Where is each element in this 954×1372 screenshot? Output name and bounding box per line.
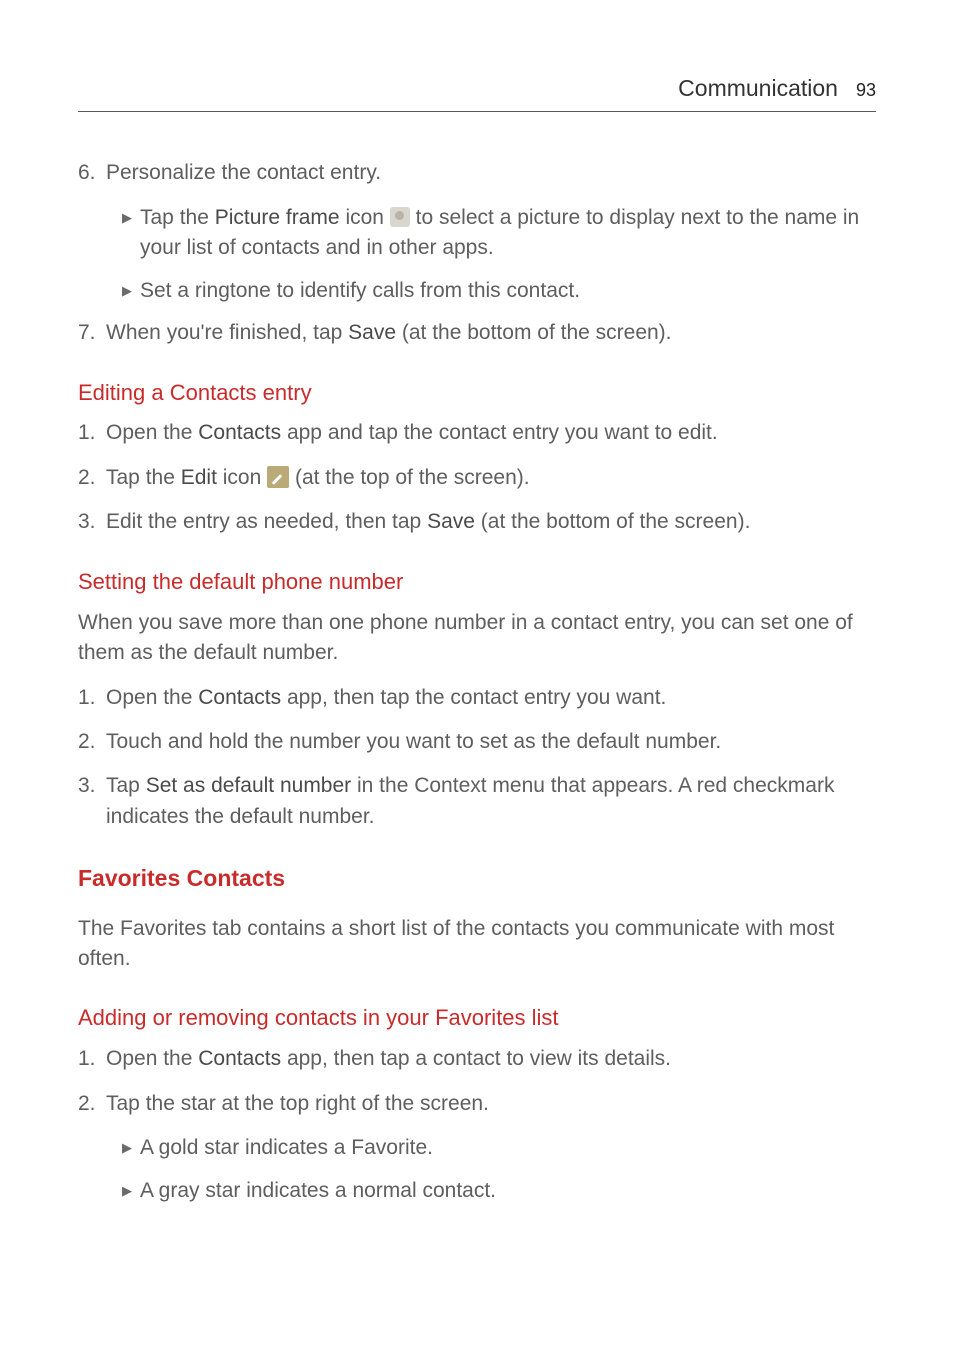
favorites-intro: The Favorites tab contains a short list … [78, 914, 876, 975]
step-text: Tap the Edit icon (at the top of the scr… [106, 463, 876, 493]
bullet-ringtone: ▶ Set a ringtone to identify calls from … [122, 276, 876, 306]
editing-step-1: 1. Open the Contacts app and tap the con… [78, 418, 876, 448]
triangle-bullet-icon: ▶ [122, 276, 140, 306]
step-text: When you're finished, tap Save (at the b… [106, 318, 876, 348]
step-text: Open the Contacts app, then tap the cont… [106, 683, 876, 713]
step-number: 1. [78, 1044, 106, 1074]
bold-contacts: Contacts [198, 686, 281, 709]
addrem-step-1: 1. Open the Contacts app, then tap a con… [78, 1044, 876, 1074]
step-number: 2. [78, 727, 106, 757]
triangle-bullet-icon: ▶ [122, 203, 140, 264]
step-number: 3. [78, 507, 106, 537]
edit-pencil-icon [267, 466, 289, 488]
step-number: 3. [78, 771, 106, 832]
step-text: Open the Contacts app and tap the contac… [106, 418, 876, 448]
heading-add-remove: Adding or removing contacts in your Favo… [78, 1002, 876, 1034]
editing-step-3: 3. Edit the entry as needed, then tap Sa… [78, 507, 876, 537]
heading-favorites: Favorites Contacts [78, 862, 876, 895]
step-number: 1. [78, 418, 106, 448]
bold-save: Save [427, 510, 475, 533]
bullet-text: Set a ringtone to identify calls from th… [140, 276, 876, 306]
bold-picture-frame: Picture frame [215, 206, 340, 229]
heading-editing: Editing a Contacts entry [78, 377, 876, 409]
step-text: Edit the entry as needed, then tap Save … [106, 507, 876, 537]
addrem-step-2: 2. Tap the star at the top right of the … [78, 1089, 876, 1119]
bullet-text: Tap the Picture frame icon to select a p… [140, 203, 876, 264]
bold-edit: Edit [181, 466, 217, 489]
bullet-gold-star: ▶ A gold star indicates a Favorite. [122, 1133, 876, 1163]
step-text: Open the Contacts app, then tap a contac… [106, 1044, 876, 1074]
default-step-2: 2. Touch and hold the number you want to… [78, 727, 876, 757]
bold-contacts: Contacts [198, 421, 281, 444]
step-text: Tap the star at the top right of the scr… [106, 1089, 876, 1119]
default-intro: When you save more than one phone number… [78, 608, 876, 669]
picture-frame-icon [390, 207, 410, 227]
bullet-text: A gray star indicates a normal contact. [140, 1176, 876, 1206]
bold-set-default: Set as default number [146, 774, 351, 797]
default-step-1: 1. Open the Contacts app, then tap the c… [78, 683, 876, 713]
editing-step-2: 2. Tap the Edit icon (at the top of the … [78, 463, 876, 493]
step-number: 2. [78, 1089, 106, 1119]
page-header: Communication 93 [78, 72, 876, 112]
step-6: 6. Personalize the contact entry. [78, 158, 876, 188]
step-text: Touch and hold the number you want to se… [106, 727, 876, 757]
default-step-3: 3. Tap Set as default number in the Cont… [78, 771, 876, 832]
bold-contacts: Contacts [198, 1047, 281, 1070]
step-number: 6. [78, 158, 106, 188]
step-text: Personalize the contact entry. [106, 158, 876, 188]
step-number: 2. [78, 463, 106, 493]
bold-save: Save [348, 321, 396, 344]
triangle-bullet-icon: ▶ [122, 1133, 140, 1163]
bullet-text: A gold star indicates a Favorite. [140, 1133, 876, 1163]
step-text: Tap Set as default number in the Context… [106, 771, 876, 832]
bullet-picture-frame: ▶ Tap the Picture frame icon to select a… [122, 203, 876, 264]
step-number: 7. [78, 318, 106, 348]
page-number: 93 [856, 77, 876, 103]
step-7: 7. When you're finished, tap Save (at th… [78, 318, 876, 348]
step-number: 1. [78, 683, 106, 713]
heading-default-number: Setting the default phone number [78, 566, 876, 598]
bullet-gray-star: ▶ A gray star indicates a normal contact… [122, 1176, 876, 1206]
triangle-bullet-icon: ▶ [122, 1176, 140, 1206]
header-title: Communication [678, 72, 838, 105]
